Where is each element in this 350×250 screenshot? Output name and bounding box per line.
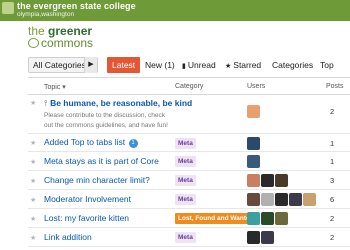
tab-unread-label: Unread (187, 60, 216, 70)
chevron-right-icon[interactable]: ▶ (84, 57, 97, 73)
star-icon[interactable]: ★ (30, 158, 36, 166)
topic-title[interactable]: ⫯ Be humane, be reasonable, be kind (44, 98, 192, 109)
category-badge[interactable]: Meta (175, 156, 196, 167)
category-dropdown-label: All Categories (33, 60, 86, 70)
header-topic-label: Topic (44, 84, 61, 91)
topic-title[interactable]: Lost: my favorite kitten (44, 213, 129, 223)
topic-title-text: Moderator Involvement (44, 194, 131, 204)
tab-unread[interactable]: ▮ Unread (182, 57, 216, 73)
topic-row[interactable]: ★ Meta stays as it is part of Core Meta 1 (0, 152, 350, 171)
star-icon[interactable]: ★ (30, 177, 36, 185)
avatar[interactable] (275, 212, 288, 225)
topic-title-text: Added Top to tabs list (44, 137, 126, 147)
avatar[interactable] (275, 174, 288, 187)
avatar[interactable] (247, 212, 260, 225)
post-count[interactable]: 2 (330, 233, 334, 242)
tab-top[interactable]: Top (320, 57, 334, 73)
header-users: Users (247, 83, 266, 90)
topic-title[interactable]: Moderator Involvement (44, 194, 131, 204)
new-posts-badge[interactable]: 1 (128, 139, 138, 148)
header-category[interactable]: Category (175, 83, 203, 90)
header-posts[interactable]: Posts (326, 83, 344, 90)
tab-new[interactable]: New (1) (145, 57, 175, 73)
avatar[interactable] (261, 174, 274, 187)
post-count[interactable]: 3 (330, 176, 334, 185)
post-count[interactable]: 2 (330, 214, 334, 223)
category-badge[interactable]: Meta (175, 232, 196, 243)
avatar[interactable] (261, 231, 274, 244)
post-count[interactable]: 1 (330, 139, 334, 148)
category-badge[interactable]: Lost, Found and Wanted (175, 213, 257, 224)
tab-starred[interactable]: ★ Starred (225, 57, 261, 73)
avatar[interactable] (289, 193, 302, 206)
topic-excerpt: Please contribute to the discussion, che… (44, 112, 168, 129)
topic-row[interactable]: ★ Link addition Meta 2 (0, 228, 350, 247)
post-count[interactable]: 1 (330, 157, 334, 166)
avatar[interactable] (247, 174, 260, 187)
topic-row[interactable]: ★ Change min character limit? Meta 3 (0, 171, 350, 190)
topic-title-text: Change min character limit? (44, 175, 150, 185)
topic-title-text: Lost: my favorite kitten (44, 213, 130, 223)
avatar[interactable] (247, 137, 260, 150)
topic-row[interactable]: ★ Added Top to tabs list 1 Meta 1 (0, 134, 350, 152)
topic-title[interactable]: Added Top to tabs list 1 (44, 137, 138, 148)
post-count[interactable]: 2 (330, 107, 334, 116)
star-icon[interactable]: ★ (30, 196, 36, 204)
tab-latest[interactable]: Latest (107, 57, 141, 73)
topic-title[interactable]: Link addition (44, 232, 92, 242)
avatar[interactable] (247, 155, 260, 168)
avatar[interactable] (303, 193, 316, 206)
star-icon[interactable]: ★ (30, 234, 36, 242)
nav-divider (28, 77, 350, 78)
star-icon[interactable]: ★ (30, 99, 36, 107)
college-header-bar: the evergreen state college olympia,wash… (0, 0, 350, 21)
topic-row[interactable]: ★ Lost: my favorite kitten Lost, Found and… (0, 209, 350, 228)
topic-title[interactable]: Change min character limit? (44, 175, 150, 185)
college-logo-icon[interactable] (2, 2, 14, 14)
topic-title-text: Link addition (44, 232, 92, 242)
post-count[interactable]: 6 (330, 195, 334, 204)
topic-title[interactable]: Meta stays as it is part of Core (44, 156, 159, 166)
category-dropdown[interactable]: All Categories ▶ (28, 57, 98, 73)
topic-list-header: Topic ▾ Category Users Posts (0, 80, 350, 94)
topic-row[interactable]: ★ Moderator Involvement Meta 6 (0, 190, 350, 209)
bookmark-icon: ▮ (182, 63, 186, 70)
avatar[interactable] (247, 231, 260, 244)
topic-row[interactable]: ★ ⫯ Be humane, be reasonable, be kind Plea… (0, 95, 350, 134)
avatar[interactable] (247, 105, 260, 118)
sort-down-icon: ▾ (62, 84, 66, 91)
category-badge[interactable]: Meta (175, 138, 196, 149)
category-badge[interactable]: Meta (175, 194, 196, 205)
topic-title-text: Meta stays as it is part of Core (44, 156, 159, 166)
avatar[interactable] (261, 212, 274, 225)
speech-bubble-icon (28, 38, 39, 48)
category-badge[interactable]: Meta (175, 175, 196, 186)
star-icon[interactable]: ★ (30, 139, 36, 147)
tab-categories[interactable]: Categories (272, 57, 313, 73)
college-location: olympia,washington (17, 11, 75, 18)
topic-title-text: Be humane, be reasonable, be kind (50, 98, 193, 108)
row-divider (28, 246, 350, 247)
avatar[interactable] (261, 193, 274, 206)
star-icon: ★ (225, 63, 232, 70)
tab-starred-label: Starred (233, 60, 262, 70)
navigation-bar: All Categories ▶ Latest New (1) ▮ Unread … (0, 56, 350, 76)
logo-line-2: commons (41, 36, 94, 50)
star-icon[interactable]: ★ (30, 215, 36, 223)
header-topic[interactable]: Topic ▾ (44, 83, 66, 91)
college-name[interactable]: the evergreen state college (17, 1, 136, 11)
avatar[interactable] (247, 193, 260, 206)
avatar[interactable] (275, 193, 288, 206)
